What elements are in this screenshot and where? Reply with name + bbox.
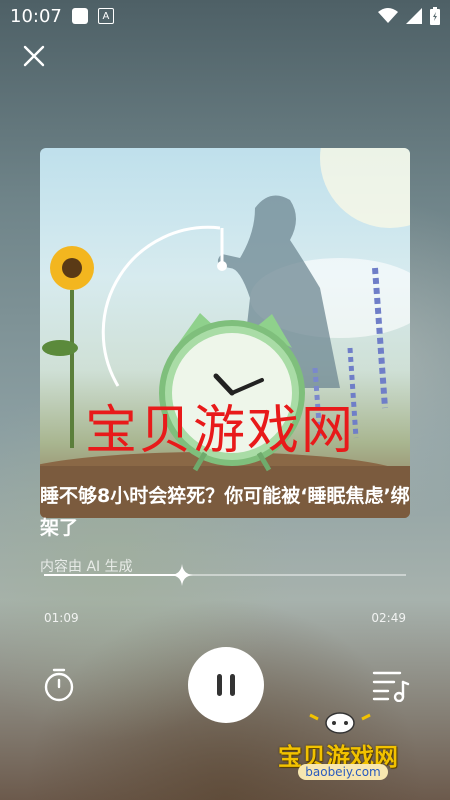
- watermark-logo-domain: baobeiy.com: [298, 764, 388, 780]
- watermark-overlay-text: 宝贝游戏网: [85, 401, 356, 461]
- playlist-icon[interactable]: [372, 668, 410, 702]
- progress-fill: [44, 574, 182, 576]
- status-bar: 10:07 A: [0, 0, 450, 32]
- progress-bar[interactable]: [44, 564, 406, 586]
- signal-icon: [406, 8, 422, 24]
- track-title: 睡不够8小时会猝死？你可能被‘睡眠焦虑’绑架了: [40, 485, 410, 539]
- status-time: 10:07: [10, 5, 62, 27]
- total-time: 02:49: [371, 611, 406, 625]
- close-icon[interactable]: [20, 42, 48, 70]
- progress-handle-icon[interactable]: [170, 564, 193, 586]
- wifi-icon: [378, 8, 398, 23]
- current-time: 01:09: [44, 611, 79, 625]
- pause-button[interactable]: [188, 647, 264, 723]
- keyboard-indicator-icon: A: [97, 8, 114, 24]
- pause-icon: [217, 674, 235, 696]
- ai-generated-note: 内容由 AI 生成: [40, 559, 133, 575]
- sleep-timer-icon[interactable]: [40, 666, 78, 704]
- battery-icon: [430, 7, 440, 25]
- notification-icon: [71, 8, 88, 24]
